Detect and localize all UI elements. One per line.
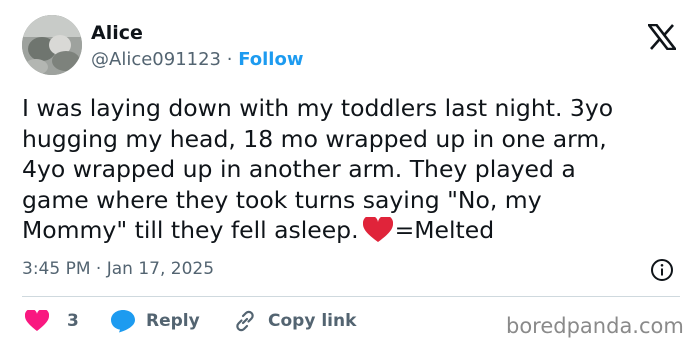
tweet-line-text: =Melted (394, 216, 495, 244)
reply-icon (111, 310, 135, 333)
info-icon[interactable] (650, 258, 674, 282)
timestamp-separator: · (95, 259, 102, 279)
tweet-time: 3:45 PM (22, 259, 91, 279)
tweet-line: game where they took turns saying "No, m… (22, 185, 542, 214)
copy-link-button[interactable]: Copy link (232, 307, 356, 335)
heart-emoji-icon (362, 217, 393, 242)
tweet-line: 4yo wrapped up in another arm. They play… (22, 155, 576, 183)
handle-separator: · (226, 49, 233, 70)
tweet-line-text: Mommy" till they fell asleep. (22, 216, 359, 244)
avatar[interactable] (22, 15, 82, 75)
tweet-line: I was laying down with my toddlers last … (22, 94, 614, 122)
reply-label: Reply (146, 311, 200, 331)
reply-button[interactable]: Reply (110, 307, 200, 335)
tweet-text: I was laying down with my toddlers last … (22, 93, 682, 246)
watermark: boredpanda.com (506, 314, 684, 338)
author-name[interactable]: Alice (91, 21, 143, 45)
tweet-timestamp[interactable]: 3:45 PM · Jan 17, 2025 (22, 258, 214, 280)
tweet-line: Mommy" till they fell asleep. =Melted (22, 215, 682, 246)
heart-icon (25, 310, 49, 331)
divider (22, 296, 680, 297)
like-count: 3 (67, 311, 79, 331)
tweet-date: Jan 17, 2025 (106, 259, 215, 279)
link-icon (236, 310, 254, 332)
x-logo-icon[interactable] (648, 24, 676, 50)
tweet-line: hugging my head, 18 mo wrapped up in one… (22, 124, 607, 153)
author-handle-row: @Alice091123 · Follow (91, 48, 303, 72)
like-button[interactable]: 3 (25, 307, 79, 335)
follow-button[interactable]: Follow (238, 49, 303, 70)
copy-link-label: Copy link (268, 311, 357, 331)
author-handle[interactable]: @Alice091123 (91, 49, 221, 70)
